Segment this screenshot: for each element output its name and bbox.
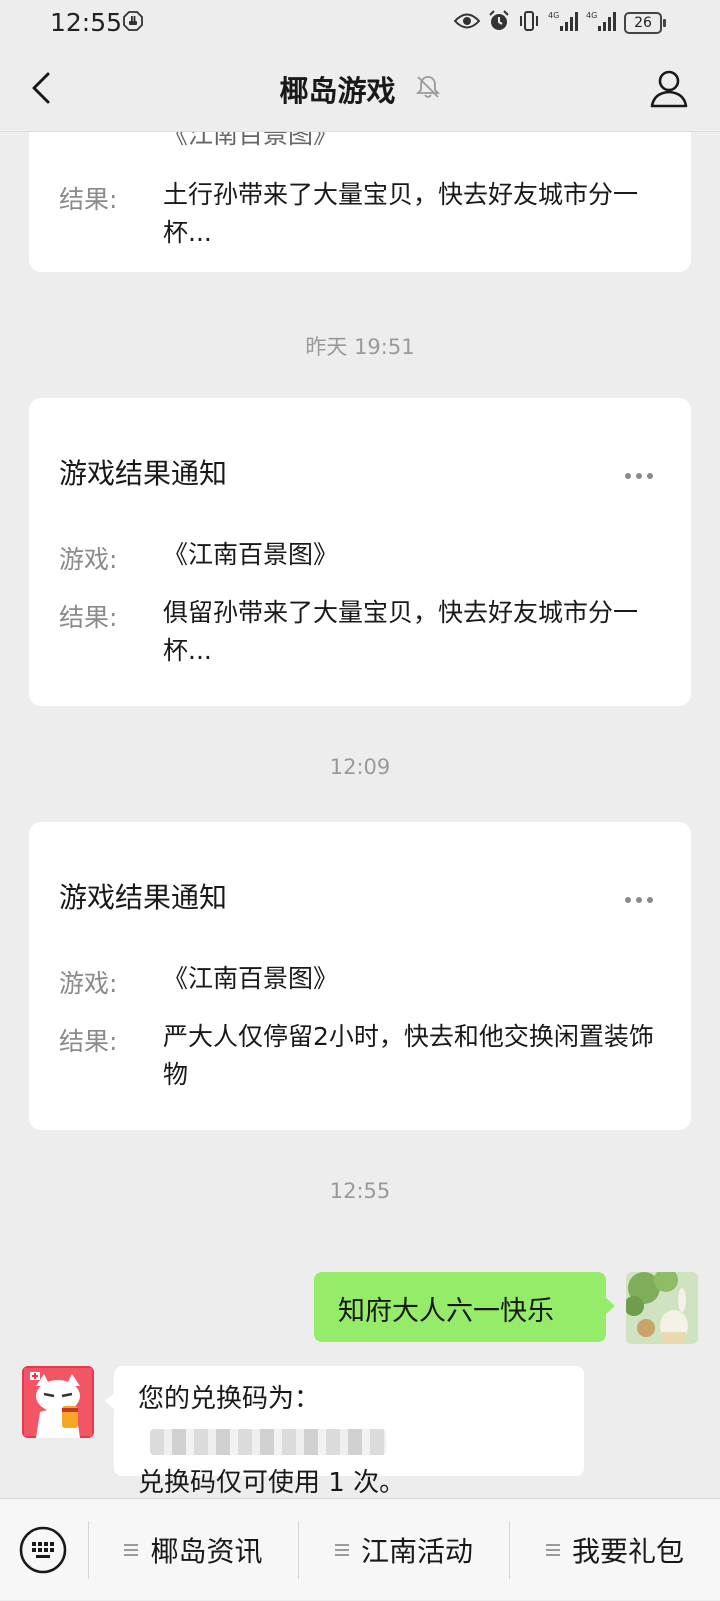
vibrate-icon [518,10,540,36]
page-title: 椰岛游戏 [279,74,396,108]
keyboard-icon [19,1526,67,1574]
battery-indicator: 26 [624,12,666,34]
profile-button[interactable] [644,64,694,114]
timestamp: 昨天 19:51 [305,335,415,359]
card-title: 游戏结果通知 [59,457,228,490]
received-message-line: 兑换码仅可使用 1 次。 [138,1468,406,1498]
menu-lines-icon [334,1543,349,1557]
user-avatar[interactable] [626,1272,698,1344]
card-game-value: 《江南百景图》 [163,964,339,993]
svg-text:4G: 4G [586,11,597,20]
menu-item-label: 我要礼包 [571,1535,684,1568]
card-game-label: 游戏: [59,969,118,998]
menu-lines-icon [124,1543,139,1557]
received-message-bubble[interactable]: 您的兑换码为： 兑换码仅可使用 1 次。 [105,1366,584,1498]
status-icons: 4G 4G 26 [453,10,666,36]
timestamp: 12:09 [329,755,391,779]
card-result-label: 结果: [59,603,118,632]
status-time: 12:55 [50,8,123,37]
svg-text:4G: 4G [548,11,559,20]
card-result-label: 结果: [59,185,118,214]
keyboard-toggle-button[interactable] [18,1525,68,1575]
card-game-value: 《江南百景图》 [163,132,339,149]
sent-message-text: 知府大人六一快乐 [338,1296,554,1327]
menu-item-label: 江南活动 [360,1535,473,1568]
signal-icon-2: 4G [586,10,616,36]
status-bar: 12:55 4G 4G 26 [0,0,720,48]
card-game-label: 游戏: [59,545,118,574]
timestamp: 12:55 [329,1179,391,1203]
menu-item-jiangnan-events[interactable]: 江南活动 [299,1499,509,1601]
more-options-icon[interactable] [625,888,659,904]
signal-icon: 4G [548,10,578,36]
redeem-code-label: 您的兑换码为： [138,1384,321,1414]
message-card-partial[interactable]: 《江南百景图》 结果: 土行孙带来了大量宝贝，快去好友城市分一杯... [29,132,691,272]
person-icon [650,70,688,108]
message-card[interactable]: 游戏结果通知 游戏: 《江南百景图》 结果: 严大人仅停留2小时，快去和他交换闲… [29,822,691,1130]
alarm-icon [488,10,510,36]
message-card[interactable]: 游戏结果通知 游戏: 《江南百景图》 结果: 俱留孙带来了大量宝贝，快去好友城市… [29,398,691,706]
chat-area[interactable]: 《江南百景图》 结果: 土行孙带来了大量宝贝，快去好友城市分一杯... 昨天 1… [0,132,720,1498]
sent-message-bubble[interactable]: 知府大人六一快乐 [314,1272,615,1342]
card-result-value: 土行孙带来了大量宝贝，快去好友城市分一杯... [163,180,639,247]
card-result-value: 严大人仅停留2小时，快去和他交换闲置装饰物 [163,1022,654,1089]
received-message-line: 您的兑换码为： [138,1378,560,1462]
menu-lines-icon [545,1543,560,1557]
hand-icon [123,11,143,35]
mute-bell-icon [415,74,441,104]
card-title: 游戏结果通知 [59,881,228,914]
redacted-code [150,1428,386,1455]
menu-item-coconut-news[interactable]: 椰岛资讯 [89,1499,298,1601]
more-options-icon[interactable] [625,464,659,480]
bottom-menu-bar: 椰岛资讯 江南活动 我要礼包 [0,1498,720,1600]
nav-divider [0,131,720,132]
official-account-avatar[interactable] [22,1366,94,1438]
menu-item-label: 椰岛资讯 [150,1535,263,1568]
card-result-value: 俱留孙带来了大量宝贝，快去好友城市分一杯... [163,598,639,665]
nav-title-group: 椰岛游戏 [0,68,720,110]
card-result-label: 结果: [59,1027,118,1056]
eye-icon [453,12,481,34]
menu-item-gift-pack[interactable]: 我要礼包 [510,1499,720,1601]
card-game-value: 《江南百景图》 [163,540,339,569]
nav-bar: 椰岛游戏 [0,48,720,132]
